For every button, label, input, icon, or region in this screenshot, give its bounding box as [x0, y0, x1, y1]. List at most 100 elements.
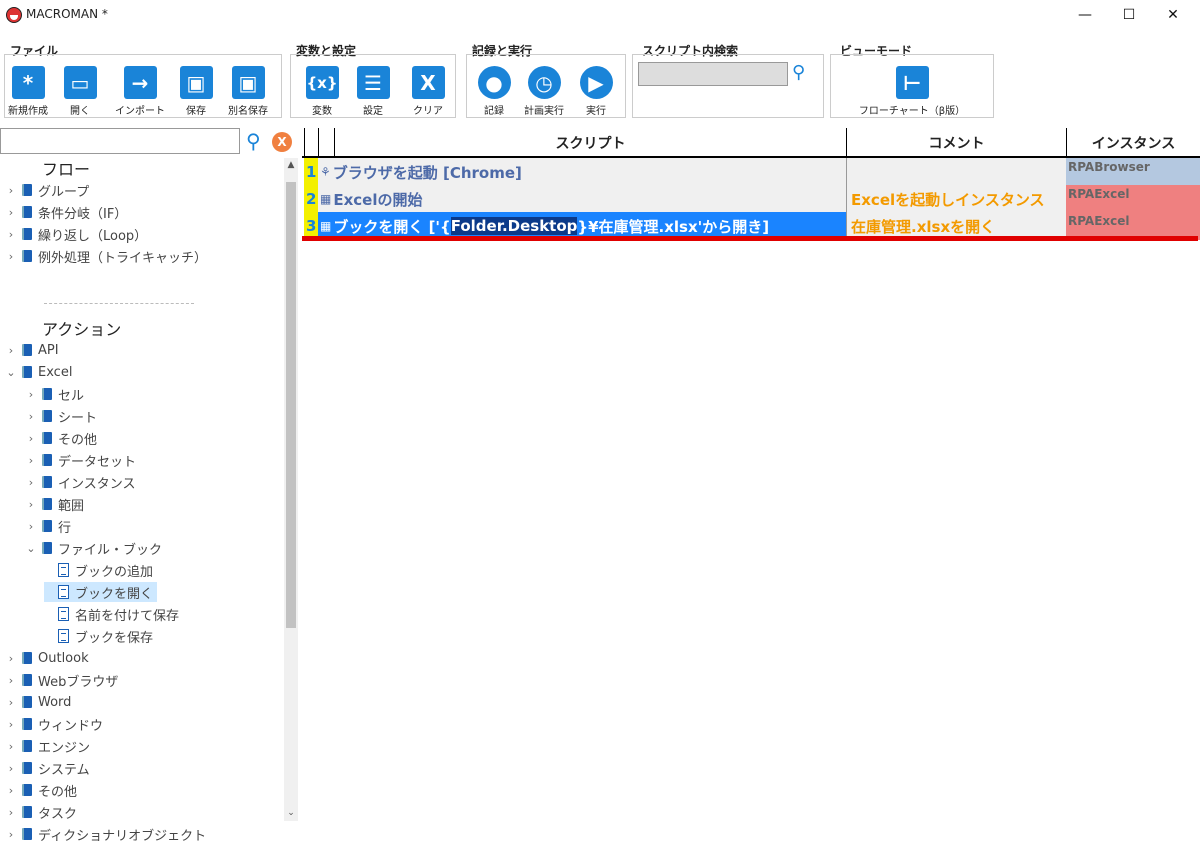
chevron-right-icon[interactable]: › [24, 498, 38, 511]
tree-item-category[interactable]: ⌄ Excel [4, 362, 72, 382]
flowchart-button[interactable]: ⊢ フローチャート（β版） [859, 66, 965, 117]
tree-item-category[interactable]: › タスク [4, 802, 77, 822]
chevron-right-icon[interactable]: › [4, 184, 18, 197]
tree-item-action[interactable]: ブックを開く [44, 582, 158, 602]
open-button[interactable]: ▭ 開く [52, 66, 108, 117]
tree-item-action[interactable]: 名前を付けて保存 [44, 604, 179, 624]
tree-item-category[interactable]: › システム [4, 758, 90, 778]
tree-item-category[interactable]: › データセット [24, 450, 136, 470]
header-cell-select[interactable] [304, 128, 318, 158]
chevron-right-icon[interactable]: › [4, 674, 18, 687]
tree-item-category[interactable]: › その他 [4, 780, 77, 800]
chevron-down-icon[interactable]: ⌄ [4, 366, 18, 379]
chevron-right-icon[interactable]: › [24, 520, 38, 533]
scroll-thumb[interactable] [286, 182, 296, 628]
tree-search-input[interactable] [0, 128, 240, 154]
instance-cell[interactable]: RPABrowser [1066, 158, 1200, 186]
comment-cell[interactable] [846, 158, 1066, 186]
tree-item-category[interactable]: › ウィンドウ [4, 714, 103, 734]
tree-item-flow[interactable]: › 例外処理（トライキャッチ） [4, 246, 207, 266]
import-button[interactable]: → インポート [112, 66, 168, 117]
tree-item-category[interactable]: › シート [24, 406, 97, 426]
tree-item-flow[interactable]: › グループ [4, 180, 89, 200]
save-icon: ▣ [179, 66, 213, 99]
tree-item-action[interactable]: ブックの追加 [44, 560, 153, 580]
script-search-input[interactable] [638, 62, 788, 86]
tree-scrollbar[interactable]: ▲ ⌄ [284, 158, 298, 821]
chevron-right-icon[interactable]: › [24, 432, 38, 445]
chevron-right-icon[interactable]: › [4, 718, 18, 731]
script-cell[interactable]: ▦ Excelの開始 [318, 185, 846, 213]
save-as-icon: ▣ [231, 66, 265, 99]
search-icon[interactable]: ⚲ [246, 129, 261, 153]
new-button[interactable]: * 新規作成 [0, 66, 56, 117]
tree-item-action[interactable]: ブックを保存 [44, 626, 153, 646]
record-button[interactable]: ● 記録 [466, 66, 522, 117]
instance-cell[interactable]: RPAExcel [1066, 185, 1200, 213]
run-button[interactable]: ▶ 実行 [568, 66, 624, 117]
chevron-right-icon[interactable]: › [24, 454, 38, 467]
chevron-right-icon[interactable]: › [4, 228, 18, 241]
chevron-right-icon[interactable]: › [4, 762, 18, 775]
clear-button[interactable]: X クリア [400, 66, 456, 117]
chevron-right-icon[interactable]: › [4, 740, 18, 753]
save-button[interactable]: ▣ 保存 [168, 66, 224, 117]
chevron-right-icon[interactable]: › [4, 784, 18, 797]
ribbon-group-file: ファイル * 新規作成 ▭ 開く → インポート ▣ 保存 ▣ 別名保存 [4, 42, 282, 120]
tree-item-category[interactable]: › セル [24, 384, 84, 404]
schedule-icon: ◷ [527, 66, 561, 99]
search-icon[interactable]: ⚲ [792, 62, 805, 83]
tree-item-category[interactable]: › 範囲 [24, 494, 84, 514]
book-icon [42, 498, 52, 510]
tree-item-category[interactable]: ⌄ ファイル・ブック [24, 538, 162, 558]
book-icon [42, 520, 52, 532]
chevron-right-icon[interactable]: › [24, 410, 38, 423]
flowchart-icon: ⊢ [895, 66, 929, 99]
tree-item-category[interactable]: › Outlook [4, 648, 89, 668]
clear-search-icon[interactable]: X [272, 132, 292, 152]
chevron-right-icon[interactable]: › [4, 806, 18, 819]
header-cell-num[interactable] [318, 128, 334, 158]
tree-item-category[interactable]: › その他 [24, 428, 97, 448]
tree-item-category[interactable]: › Webブラウザ [4, 670, 119, 690]
script-row[interactable]: 1 ⚘ ブラウザを起動 [Chrome] RPABrowser [302, 158, 1200, 186]
script-cell[interactable]: ⚘ ブラウザを起動 [Chrome] [318, 158, 846, 186]
tree-item-category[interactable]: › エンジン [4, 736, 90, 756]
header-instance[interactable]: インスタンス [1066, 128, 1200, 158]
scroll-up-icon[interactable]: ▲ [284, 160, 298, 170]
script-row[interactable]: 2 ▦ Excelの開始 Excelを起動しインスタンス RPAExcel [302, 185, 1200, 213]
settings-button[interactable]: ☰ 設定 [345, 66, 401, 117]
chevron-right-icon[interactable]: › [24, 476, 38, 489]
minimize-button[interactable]: — [1062, 0, 1108, 30]
tree-item-category[interactable]: › API [4, 340, 59, 360]
book-icon [42, 388, 52, 400]
script-grid: スクリプト コメント インスタンス 1 ⚘ ブラウザを起動 [Chrome] RPAB… [302, 128, 1200, 821]
chevron-right-icon[interactable]: › [4, 696, 18, 709]
document-icon [58, 629, 69, 643]
schedule-button[interactable]: ◷ 計画実行 [516, 66, 572, 117]
row-number: 2 [304, 185, 318, 213]
app-icon [6, 7, 22, 23]
save-as-button[interactable]: ▣ 別名保存 [220, 66, 276, 117]
chevron-right-icon[interactable]: › [4, 344, 18, 357]
chevron-down-icon[interactable]: ⌄ [24, 542, 38, 555]
tree-item-category[interactable]: › インスタンス [24, 472, 136, 492]
close-button[interactable]: ✕ [1150, 0, 1196, 30]
clear-icon: X [411, 66, 445, 99]
chevron-right-icon[interactable]: › [4, 828, 18, 841]
variables-button[interactable]: {x} 変数 [294, 66, 350, 117]
scroll-down-icon[interactable]: ⌄ [284, 808, 298, 818]
maximize-button[interactable]: ☐ [1106, 0, 1152, 30]
tree-item-category[interactable]: › 行 [24, 516, 71, 536]
chevron-right-icon[interactable]: › [4, 652, 18, 665]
header-comment[interactable]: コメント [846, 128, 1066, 158]
comment-cell[interactable]: Excelを起動しインスタンス [846, 185, 1066, 213]
tree-item-flow[interactable]: › 条件分岐（IF） [4, 202, 128, 222]
tree-item-category[interactable]: › Word [4, 692, 72, 712]
chevron-right-icon[interactable]: › [24, 388, 38, 401]
chevron-right-icon[interactable]: › [4, 250, 18, 263]
header-script[interactable]: スクリプト [334, 128, 846, 158]
tree-item-category[interactable]: › ディクショナリオブジェクト [4, 824, 206, 844]
chevron-right-icon[interactable]: › [4, 206, 18, 219]
tree-item-flow[interactable]: › 繰り返し（Loop） [4, 224, 147, 244]
